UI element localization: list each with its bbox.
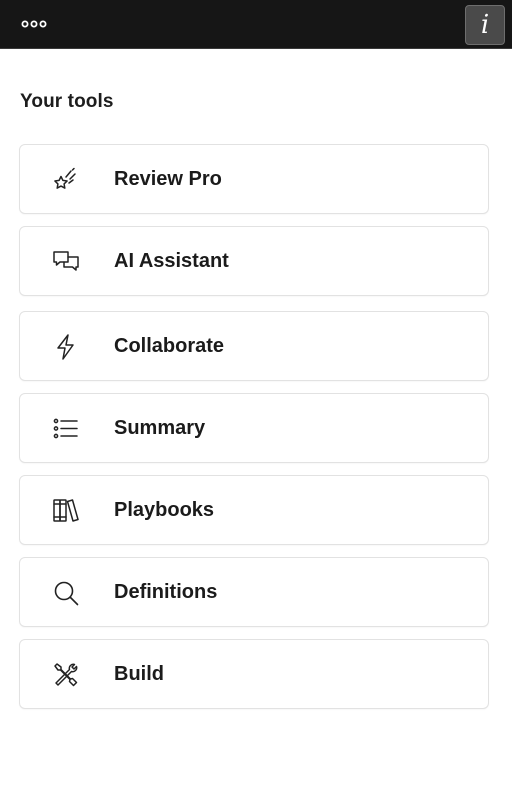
more-dots-icon[interactable]: [21, 17, 47, 31]
info-icon: i: [480, 10, 490, 40]
tool-card-review-pro[interactable]: Review Pro: [19, 144, 489, 214]
info-button[interactable]: i: [465, 5, 505, 45]
search-icon: [52, 579, 80, 607]
books-icon: [52, 497, 80, 525]
tool-label: Playbooks: [114, 499, 215, 521]
sparkle-star-icon: [52, 166, 80, 194]
list-icon: [52, 415, 80, 443]
tool-card-playbooks[interactable]: Playbooks: [19, 475, 489, 545]
tool-label: Review Pro: [114, 168, 222, 190]
tools-icon: [52, 661, 80, 689]
lightning-icon: [52, 333, 80, 361]
tool-label: AI Assistant: [114, 250, 229, 272]
tool-label: Build: [114, 663, 164, 685]
tool-card-definitions[interactable]: Definitions: [19, 557, 489, 627]
tool-card-ai-assistant[interactable]: AI Assistant: [19, 226, 489, 296]
chat-bubbles-icon: [52, 248, 80, 276]
tool-card-summary[interactable]: Summary: [19, 393, 489, 463]
tool-label: Summary: [114, 417, 206, 439]
tool-label: Definitions: [114, 581, 218, 603]
section-title: Your tools: [20, 91, 114, 112]
tool-card-collaborate[interactable]: Collaborate: [19, 311, 489, 381]
tool-label: Collaborate: [114, 335, 225, 357]
tool-card-build[interactable]: Build: [19, 639, 489, 709]
top-bar: i: [0, 0, 512, 49]
